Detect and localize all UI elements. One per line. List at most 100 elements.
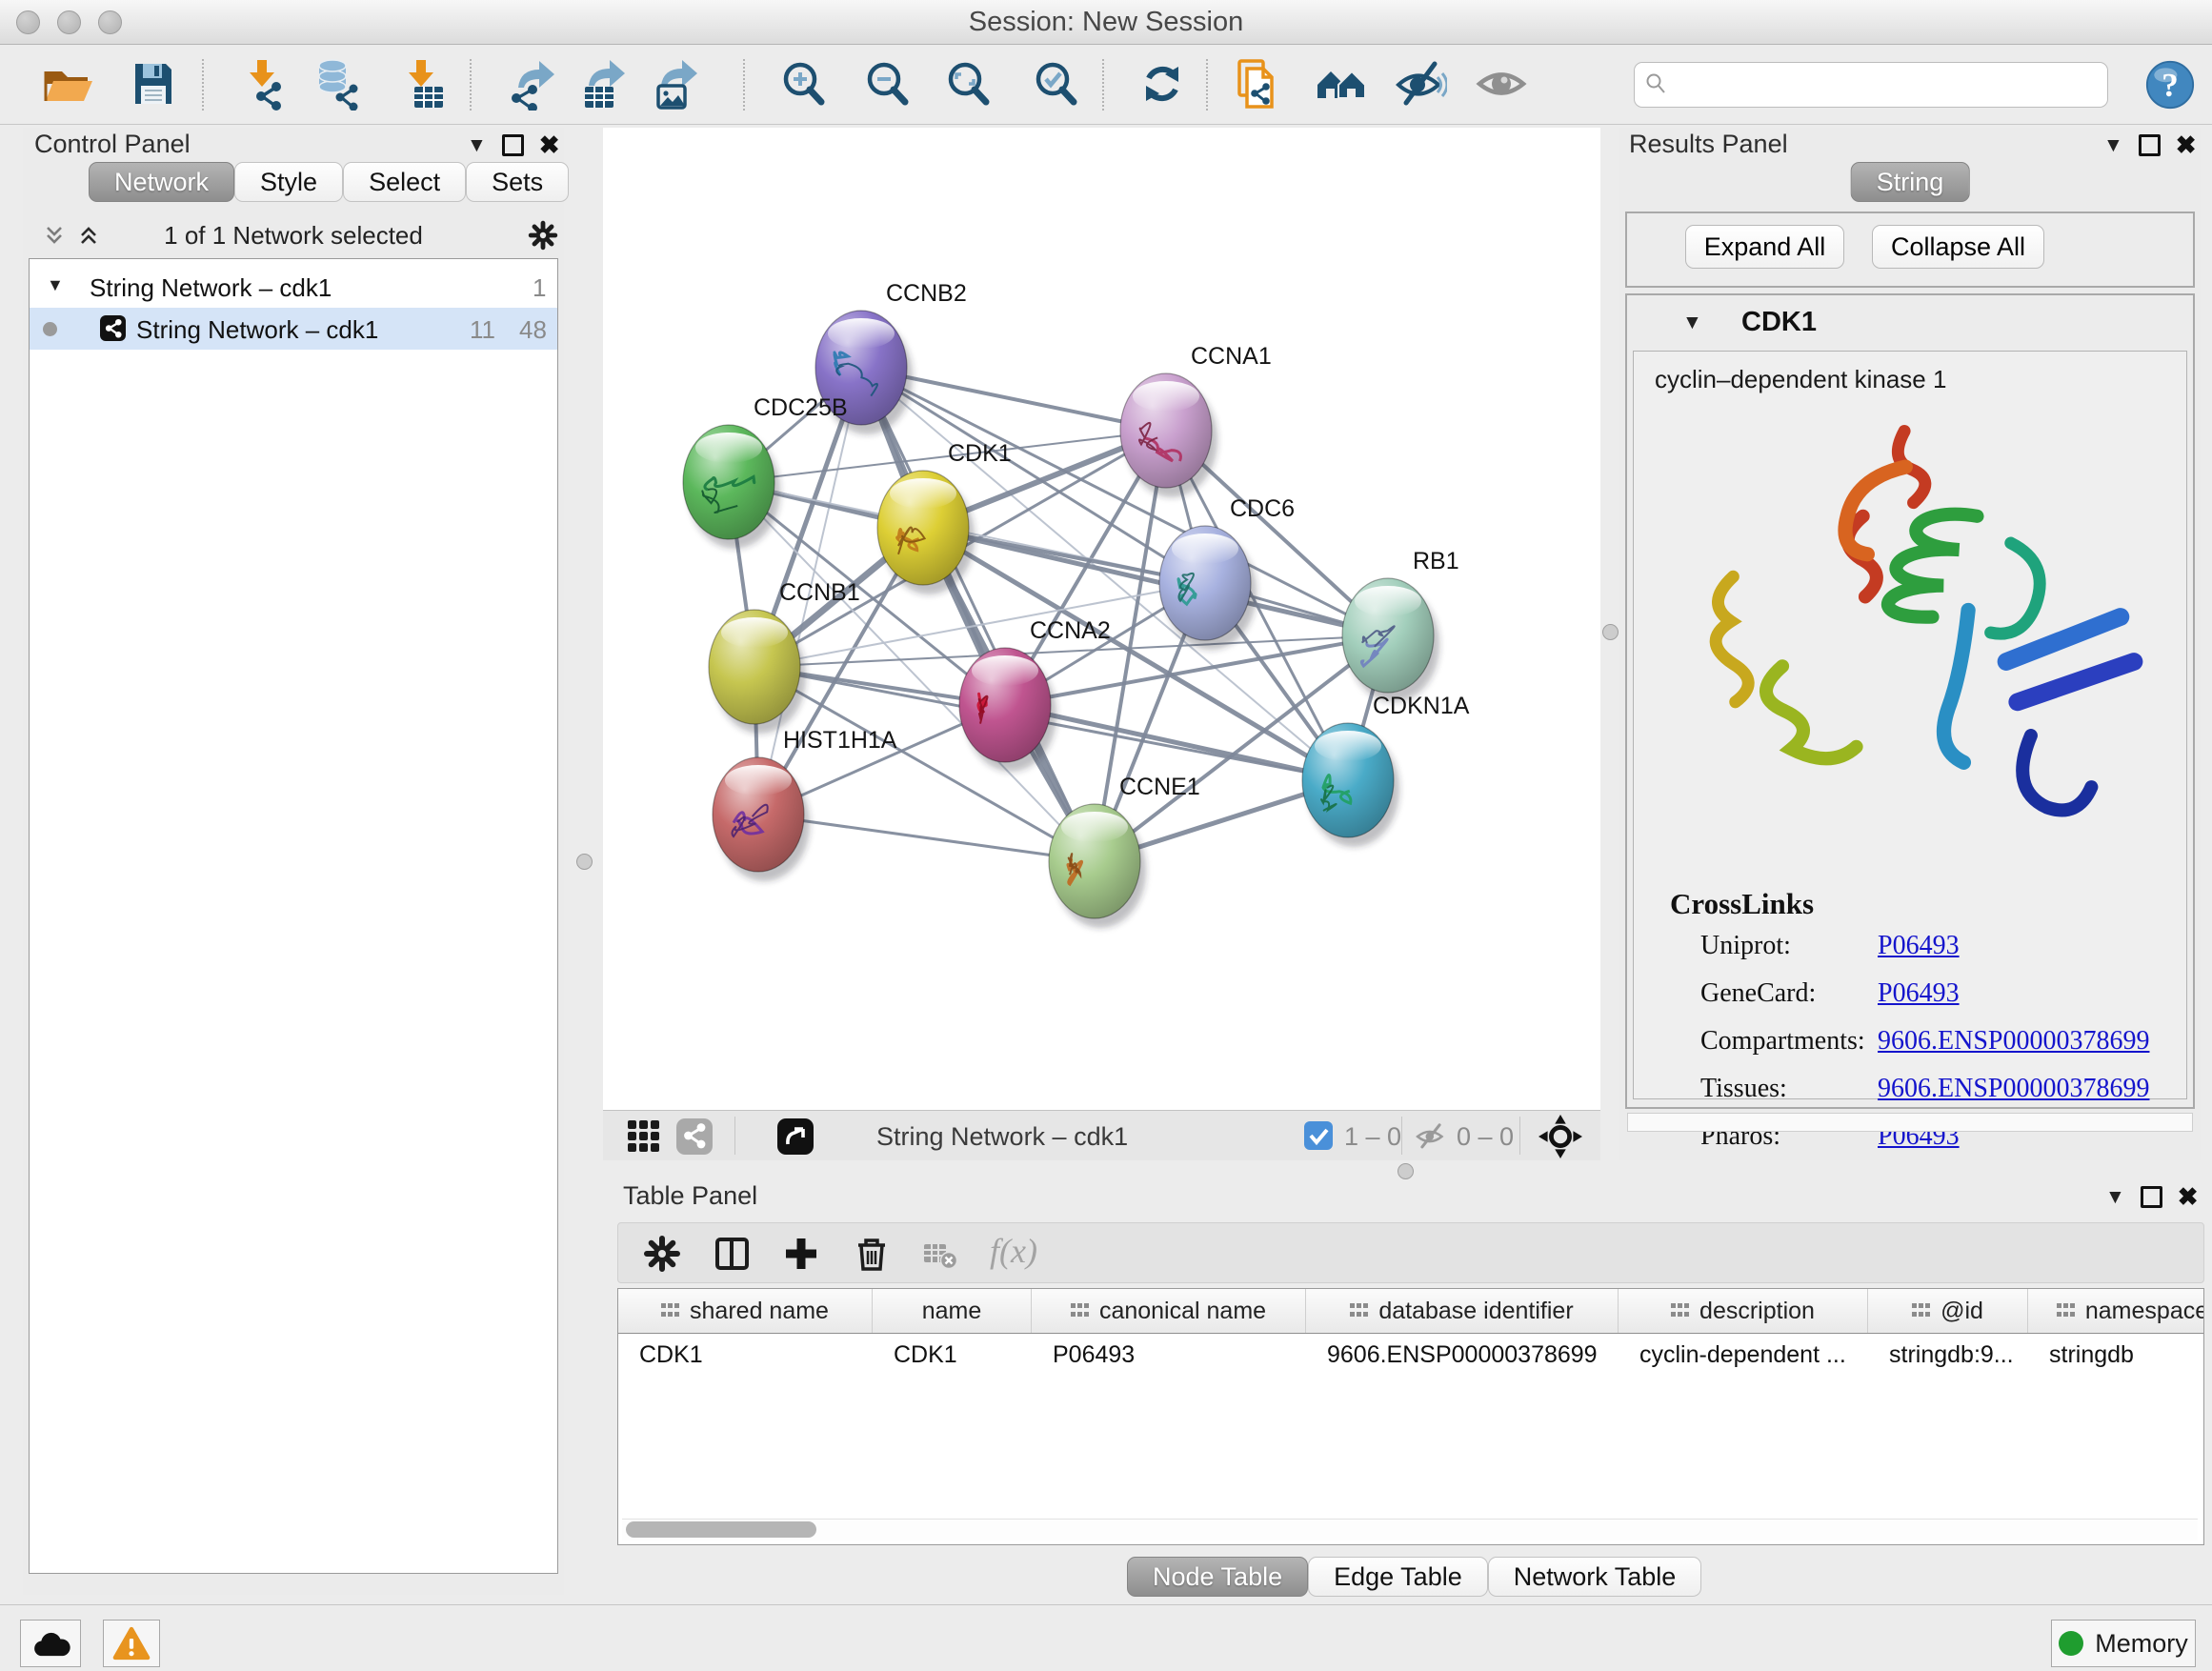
delete-table-icon[interactable]	[921, 1235, 959, 1273]
import-table-file-icon[interactable]	[395, 57, 449, 111]
export-table-icon[interactable]	[577, 57, 631, 111]
tab-network[interactable]: Network	[89, 162, 234, 202]
gene-section-header[interactable]: ▼ CDK1	[1627, 295, 2193, 351]
import-network-database-icon[interactable]	[310, 57, 363, 111]
panel-menu-icon[interactable]: ▼	[467, 135, 487, 155]
network-row-selected[interactable]: String Network – cdk1 11 48	[30, 308, 557, 350]
table-row[interactable]: CDK1CDK1P064939606.ENSP00000378699cyclin…	[618, 1333, 2204, 1377]
left-splitter-handle[interactable]	[576, 854, 593, 870]
cell-description[interactable]: cyclin-dependent ...	[1619, 1333, 1868, 1377]
float-panel-icon[interactable]	[2139, 134, 2161, 156]
crosslink-link[interactable]: P06493	[1878, 931, 1960, 961]
cell-database-identifier[interactable]: 9606.ENSP00000378699	[1306, 1333, 1619, 1377]
zoom-out-icon[interactable]	[860, 57, 914, 111]
warning-icon[interactable]	[103, 1620, 160, 1667]
export-image-icon[interactable]	[650, 57, 703, 111]
node-CDKN1A[interactable]	[1302, 723, 1399, 847]
search-input[interactable]	[1675, 67, 2098, 103]
tab-sets[interactable]: Sets	[466, 162, 569, 202]
right-splitter-handle[interactable]	[1602, 624, 1619, 640]
zoom-window-button[interactable]	[98, 10, 122, 34]
collapse-triangle-icon[interactable]: ▼	[47, 276, 64, 293]
panel-menu-icon[interactable]: ▼	[2103, 135, 2123, 155]
memory-button[interactable]: Memory	[2051, 1620, 2196, 1667]
cloud-icon[interactable]	[20, 1620, 81, 1667]
columns-icon[interactable]	[714, 1235, 752, 1273]
tab-edge-table[interactable]: Edge Table	[1308, 1557, 1488, 1597]
cell-shared-name[interactable]: CDK1	[618, 1333, 873, 1377]
save-session-icon[interactable]	[127, 57, 180, 111]
edge-CCNA2-CDKN1A[interactable]	[1005, 705, 1348, 780]
close-window-button[interactable]	[16, 10, 40, 34]
edge-CDK1-RB1[interactable]	[923, 528, 1388, 635]
delete-column-trash-icon[interactable]	[853, 1235, 891, 1273]
node-CCNB1[interactable]	[709, 610, 806, 734]
table-horizontal-scrollbar[interactable]	[622, 1519, 2198, 1540]
results-scrollbar[interactable]	[1627, 1113, 2193, 1132]
crosslink-link[interactable]: P06493	[1878, 978, 1960, 1009]
help-icon[interactable]: ?	[2145, 60, 2195, 110]
node-HIST1H1A[interactable]	[713, 757, 810, 881]
panel-menu-icon[interactable]: ▼	[2105, 1187, 2125, 1207]
zoom-fit-icon[interactable]	[941, 57, 995, 111]
node-CDK1[interactable]	[877, 471, 975, 594]
export-network-icon[interactable]	[507, 57, 560, 111]
node-CCNA2[interactable]	[959, 648, 1056, 772]
cell-namespace[interactable]: stringdb	[2028, 1333, 2204, 1377]
network-graph[interactable]: CCNB2CCNA1CDC25BCDK1CDC6RB1CCNB1CCNA2CDK…	[603, 128, 1600, 1110]
network-canvas[interactable]: CCNB2CCNA1CDC25BCDK1CDC6RB1CCNB1CCNA2CDK…	[603, 128, 1600, 1110]
grid-view-icon[interactable]	[626, 1118, 662, 1159]
open-file-icon[interactable]	[41, 57, 94, 111]
column-header-namespace[interactable]: namespace	[2028, 1289, 2204, 1333]
collapse-all-button[interactable]: Collapse All	[1872, 225, 2044, 269]
tab-node-table[interactable]: Node Table	[1127, 1557, 1308, 1597]
cell-canonical-name[interactable]: P06493	[1032, 1333, 1306, 1377]
column-header-database-identifier[interactable]: database identifier	[1306, 1289, 1619, 1333]
two-houses-icon[interactable]	[1315, 57, 1368, 111]
add-column-plus-icon[interactable]	[782, 1235, 820, 1273]
node-CDC25B[interactable]	[683, 425, 780, 549]
gear-icon[interactable]	[528, 220, 558, 251]
refresh-arrows-icon[interactable]	[1136, 57, 1189, 111]
show-graphics-eye-icon[interactable]	[1475, 57, 1528, 111]
column-header-@id[interactable]: @id	[1868, 1289, 2028, 1333]
float-panel-icon[interactable]	[2141, 1186, 2162, 1208]
duplicate-network-icon[interactable]	[1231, 57, 1284, 111]
float-panel-icon[interactable]	[502, 134, 524, 156]
zoom-selected-icon[interactable]	[1029, 57, 1082, 111]
minimize-window-button[interactable]	[57, 10, 81, 34]
gear-icon[interactable]	[643, 1235, 681, 1273]
crosslink-link[interactable]: 9606.ENSP00000378699	[1878, 1026, 2149, 1057]
open-in-browser-icon[interactable]	[776, 1117, 814, 1160]
zoom-in-icon[interactable]	[776, 57, 830, 111]
footer-separator	[734, 1117, 735, 1155]
node-CDC6[interactable]	[1159, 526, 1257, 650]
tab-network-table[interactable]: Network Table	[1488, 1557, 1702, 1597]
column-header-description[interactable]: description	[1619, 1289, 1868, 1333]
import-network-file-icon[interactable]	[236, 57, 290, 111]
close-panel-icon[interactable]: ✖	[2178, 1184, 2199, 1209]
expand-all-button[interactable]: Expand All	[1685, 225, 1844, 269]
column-header-canonical-name[interactable]: canonical name	[1032, 1289, 1306, 1333]
tab-string[interactable]: String	[1851, 162, 1970, 202]
collapse-triangle-icon[interactable]: ▼	[1682, 312, 1702, 332]
tab-style[interactable]: Style	[234, 162, 343, 202]
network-collection-row[interactable]: ▼ String Network – cdk1 1	[30, 266, 557, 308]
network-share-icon[interactable]	[675, 1117, 714, 1160]
node-RB1[interactable]	[1342, 578, 1439, 702]
tab-select[interactable]: Select	[343, 162, 466, 202]
column-header-shared-name[interactable]: shared name	[618, 1289, 873, 1333]
column-header-name[interactable]: name	[873, 1289, 1032, 1333]
node-CCNA1[interactable]	[1120, 373, 1217, 497]
cell-name[interactable]: CDK1	[873, 1333, 1032, 1377]
cell-@id[interactable]: stringdb:9...	[1868, 1333, 2028, 1377]
close-panel-icon[interactable]: ✖	[539, 132, 560, 157]
selected-checkbox-icon[interactable]	[1304, 1121, 1333, 1150]
bottom-splitter-handle[interactable]	[1398, 1163, 1414, 1179]
close-panel-icon[interactable]: ✖	[2176, 132, 2197, 157]
node-CCNE1[interactable]	[1049, 804, 1146, 928]
hide-graphics-eye-slash-icon[interactable]	[1394, 57, 1447, 111]
crosshair-navigate-icon[interactable]	[1538, 1115, 1582, 1163]
crosslink-link[interactable]: 9606.ENSP00000378699	[1878, 1074, 2149, 1104]
scrollbar-thumb[interactable]	[626, 1521, 816, 1538]
